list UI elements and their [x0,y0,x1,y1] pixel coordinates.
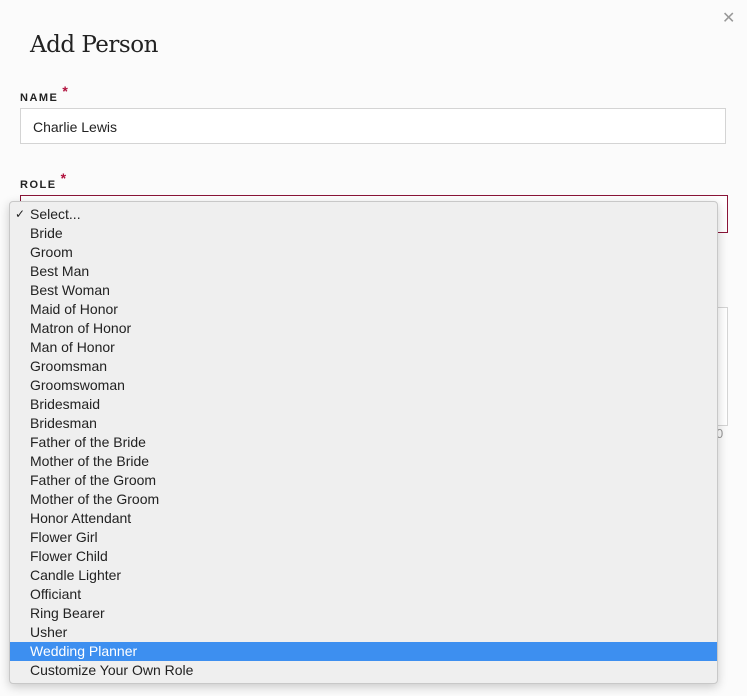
required-marker: * [60,170,68,186]
role-option-label: Mother of the Bride [30,453,150,469]
role-option-label: Flower Child [30,548,108,564]
role-option[interactable]: Groom [10,243,717,262]
name-input[interactable]: Charlie Lewis [20,108,726,144]
role-option-label: Groomswoman [30,377,125,393]
role-option-label: Best Woman [30,282,110,298]
role-option[interactable]: Maid of Honor [10,300,717,319]
role-option-label: Mother of the Groom [30,491,160,507]
role-option[interactable]: Mother of the Bride [10,452,717,471]
role-option-label: Flower Girl [30,529,98,545]
role-option[interactable]: Officiant [10,585,717,604]
required-marker: * [62,83,70,99]
role-option[interactable]: Flower Girl [10,528,717,547]
role-option[interactable]: Flower Child [10,547,717,566]
role-option[interactable]: Groomsman [10,357,717,376]
role-option-label: Officiant [30,586,82,602]
role-option-label: Bridesman [30,415,97,431]
role-option[interactable]: ✓ Select... [10,205,717,224]
role-option-label: Bride [30,225,63,241]
role-option-label: Maid of Honor [30,301,118,317]
role-option-label: Select... [30,206,81,222]
role-option[interactable]: Customize Your Own Role [10,661,717,680]
role-dropdown-menu[interactable]: ✓ Select... Bride Groom Best Man Best Woman Ma… [9,201,718,684]
role-option-label: Usher [30,624,68,640]
role-option-label: Groom [30,244,73,260]
role-option-label: Groomsman [30,358,108,374]
role-option[interactable]: Father of the Groom [10,471,717,490]
role-option[interactable]: Father of the Bride [10,433,717,452]
role-option[interactable]: Wedding Planner [10,642,717,661]
close-icon[interactable]: ✕ [722,8,735,28]
role-option[interactable]: Bridesman [10,414,717,433]
role-option-label: Best Man [30,263,90,279]
role-option-label: Matron of Honor [30,320,132,336]
checkmark-icon: ✓ [15,207,26,221]
role-option[interactable]: Mother of the Groom [10,490,717,509]
role-option-label: Father of the Groom [30,472,157,488]
role-option[interactable]: Bride [10,224,717,243]
role-option[interactable]: Candle Lighter [10,566,717,585]
role-option-label: Candle Lighter [30,567,122,583]
role-option-label: Honor Attendant [30,510,132,526]
role-option-label: Father of the Bride [30,434,146,450]
role-option-label: Ring Bearer [30,605,105,621]
role-option[interactable]: Usher [10,623,717,642]
dialog-title: Add Person [30,32,158,58]
role-option[interactable]: Best Man [10,262,717,281]
role-option-label: Bridesmaid [30,396,101,412]
role-option[interactable]: Ring Bearer [10,604,717,623]
role-option-label: Wedding Planner [30,643,138,659]
name-label: NAME * [20,83,70,104]
role-option[interactable]: Bridesmaid [10,395,717,414]
role-option[interactable]: Matron of Honor [10,319,717,338]
role-option[interactable]: Best Woman [10,281,717,300]
role-option-label: Man of Honor [30,339,115,355]
role-option[interactable]: Man of Honor [10,338,717,357]
role-option[interactable]: Groomswoman [10,376,717,395]
role-option[interactable]: Honor Attendant [10,509,717,528]
role-label: ROLE * [20,170,68,191]
role-option-label: Customize Your Own Role [30,662,194,678]
